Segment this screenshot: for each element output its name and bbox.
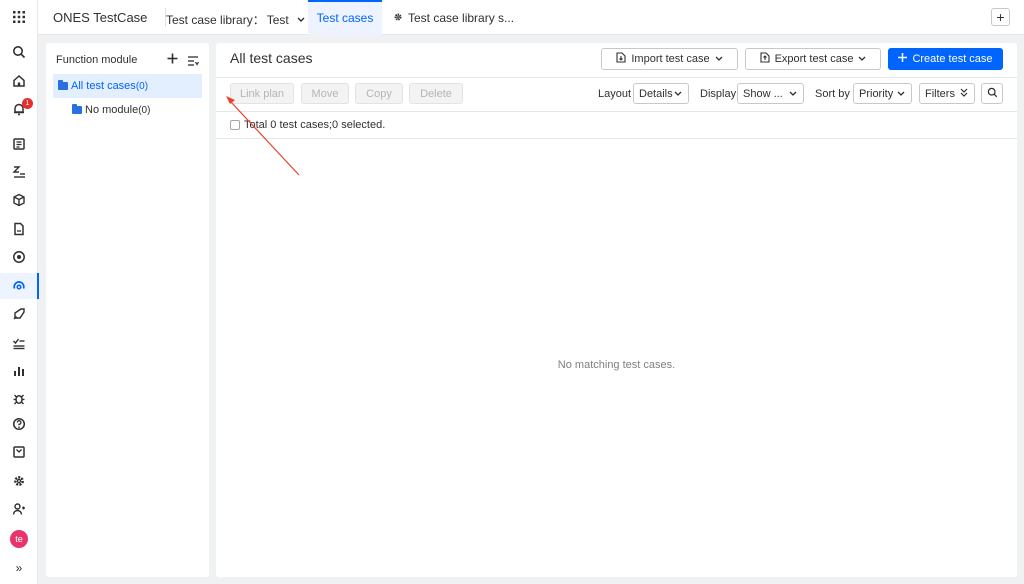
page-title: All test cases — [230, 50, 313, 66]
wiki-icon[interactable] — [10, 135, 28, 153]
tab-library-settings[interactable]: Test case library s... — [393, 11, 514, 25]
import-label: Import test case — [631, 53, 710, 65]
tab-library-settings-label: Test case library s... — [408, 11, 515, 25]
module-item-all-test-cases[interactable]: All test cases (0) — [53, 74, 202, 98]
add-module-icon[interactable] — [167, 51, 178, 69]
add-tab-button[interactable]: + — [991, 8, 1010, 26]
library-label: Test case library： — [166, 13, 265, 27]
test-case-main-panel: All test cases Import test case Export t… — [216, 43, 1017, 577]
link-plan-button[interactable]: Link plan — [230, 83, 294, 104]
chevron-down-icon — [715, 53, 723, 65]
home-icon[interactable] — [10, 72, 28, 90]
apps-grid-icon[interactable] — [10, 8, 28, 26]
chevron-down-icon — [858, 53, 866, 65]
layout-value: Details — [639, 87, 673, 100]
testcase-icon[interactable] — [10, 277, 28, 295]
plus-icon — [898, 53, 908, 65]
header-divider — [216, 77, 1017, 78]
function-module-title: Function module — [56, 54, 138, 66]
chevron-down-icon — [674, 88, 682, 100]
export-label: Export test case — [774, 53, 854, 65]
create-test-case-button[interactable]: Create test case — [888, 48, 1003, 70]
search-button[interactable] — [981, 83, 1003, 104]
import-test-case-button[interactable]: Import test case — [601, 48, 738, 70]
module-item-no-module[interactable]: No module (0) — [53, 98, 202, 122]
toolbar-divider — [216, 111, 1017, 112]
notification-badge: 1 — [22, 98, 33, 109]
add-user-icon[interactable] — [10, 500, 28, 518]
create-label: Create test case — [912, 53, 993, 65]
help-icon[interactable] — [10, 415, 28, 433]
layout-select[interactable]: Details — [633, 83, 689, 104]
library-selector[interactable]: Test case library： Test — [166, 11, 305, 28]
display-select[interactable]: Show ... — [737, 83, 804, 104]
module-settings-icon[interactable] — [187, 55, 200, 67]
app-title: ONES TestCase — [53, 10, 148, 25]
module-item-count: (0) — [138, 104, 151, 116]
top-bar: ONES TestCase Test case library： Test Te… — [38, 0, 1024, 35]
tab-test-cases[interactable]: Test cases — [308, 0, 382, 35]
sort-select[interactable]: Priority — [853, 83, 912, 104]
inbox-icon[interactable] — [10, 443, 28, 461]
export-test-case-button[interactable]: Export test case — [745, 48, 881, 70]
gear-icon[interactable] — [10, 472, 28, 490]
bug-icon[interactable] — [10, 390, 28, 408]
layout-label: Layout — [598, 88, 632, 100]
display-value: Show ... — [743, 87, 783, 100]
user-avatar[interactable]: te — [10, 530, 28, 548]
export-icon — [760, 52, 770, 66]
filters-button[interactable]: Filters — [919, 83, 975, 104]
module-item-count: (0) — [135, 80, 149, 92]
cube-icon[interactable] — [10, 191, 28, 209]
sort-icon[interactable] — [10, 163, 28, 181]
folder-icon — [72, 104, 82, 114]
search-icon — [987, 87, 998, 101]
import-icon — [616, 52, 626, 66]
sort-value: Priority — [859, 87, 894, 100]
expand-rail-icon[interactable]: » — [10, 559, 28, 577]
left-nav-rail: 1 te » — [0, 0, 39, 584]
move-button[interactable]: Move — [301, 83, 349, 104]
folder-icon — [58, 80, 68, 90]
sort-label: Sort by — [815, 88, 850, 100]
copy-button[interactable]: Copy — [355, 83, 403, 104]
checklist-icon[interactable] — [10, 334, 28, 352]
analytics-icon[interactable] — [10, 362, 28, 380]
chevron-down-icon — [789, 88, 797, 100]
filters-label: Filters — [925, 87, 955, 100]
select-all-checkbox[interactable] — [230, 120, 240, 130]
search-icon[interactable] — [10, 43, 28, 61]
document-icon[interactable] — [10, 220, 28, 238]
double-chevron-down-icon — [960, 88, 968, 100]
display-label: Display — [700, 88, 737, 100]
empty-state-message: No matching test cases. — [557, 359, 676, 371]
module-item-label: All test cases — [71, 80, 136, 92]
library-value: Test — [266, 12, 289, 27]
delete-button[interactable]: Delete — [409, 83, 463, 104]
chevron-down-icon — [297, 15, 305, 25]
selection-summary: Total 0 test cases;0 selected. — [244, 119, 386, 131]
module-item-label: No module — [85, 104, 139, 116]
list-header-divider — [216, 138, 1017, 139]
rocket-icon[interactable] — [10, 305, 28, 323]
target-icon[interactable] — [10, 248, 28, 266]
gear-icon — [393, 11, 403, 25]
function-module-panel: Function module All test cases (0) No mo… — [46, 43, 209, 577]
chevron-down-icon — [897, 88, 905, 100]
